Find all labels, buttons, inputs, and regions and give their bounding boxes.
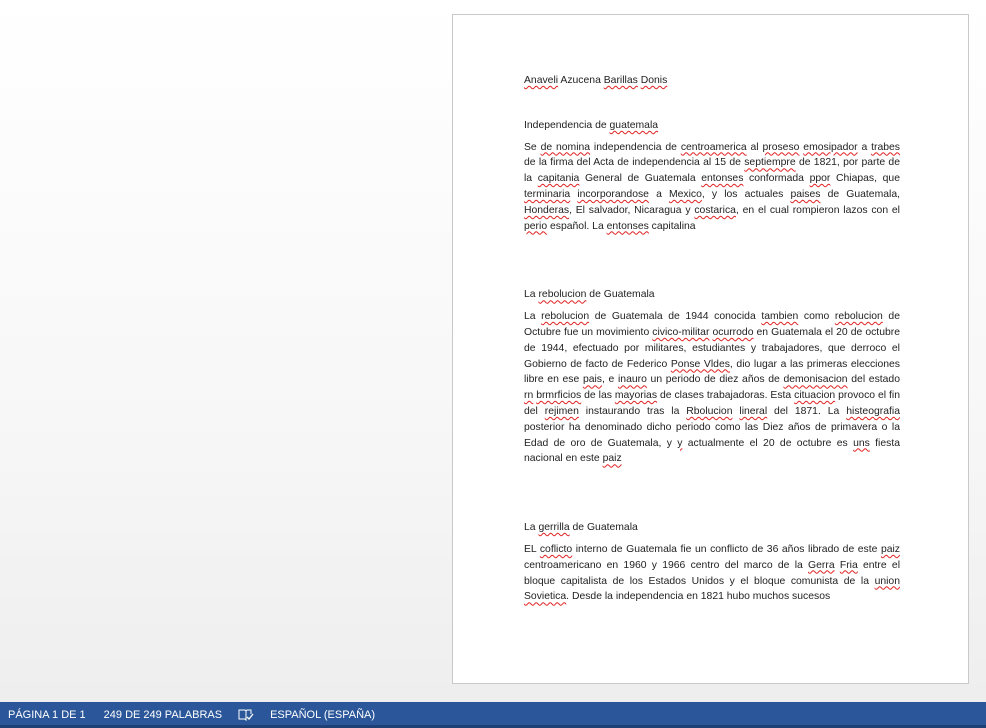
document-workspace: Anaveli Azucena Barillas Donis Independe… — [0, 0, 986, 702]
word-count-status[interactable]: 249 DE 249 PALABRAS — [104, 709, 222, 721]
author-line[interactable]: Anaveli Azucena Barillas Donis — [524, 73, 900, 89]
book-check-icon[interactable] — [238, 708, 254, 722]
section-title-rebolucion[interactable]: La rebolucion de Guatemala — [524, 287, 900, 303]
section-body-gerrilla[interactable]: EL coflicto interno de Guatemala fie un … — [524, 542, 900, 605]
section-body-independencia[interactable]: Se de nomina independencia de centroamer… — [524, 140, 900, 235]
page-count-status[interactable]: PÁGINA 1 DE 1 — [8, 709, 86, 721]
section-title-independencia[interactable]: Independencia de guatemala — [524, 118, 900, 134]
document-body[interactable]: Anaveli Azucena Barillas Donis Independe… — [524, 73, 900, 605]
language-status[interactable]: ESPAÑOL (ESPAÑA) — [270, 709, 375, 721]
document-page[interactable]: Anaveli Azucena Barillas Donis Independe… — [452, 14, 969, 684]
section-title-gerrilla[interactable]: La gerrilla de Guatemala — [524, 520, 900, 536]
section-body-rebolucion[interactable]: La rebolucion de Guatemala de 1944 conoc… — [524, 309, 900, 467]
